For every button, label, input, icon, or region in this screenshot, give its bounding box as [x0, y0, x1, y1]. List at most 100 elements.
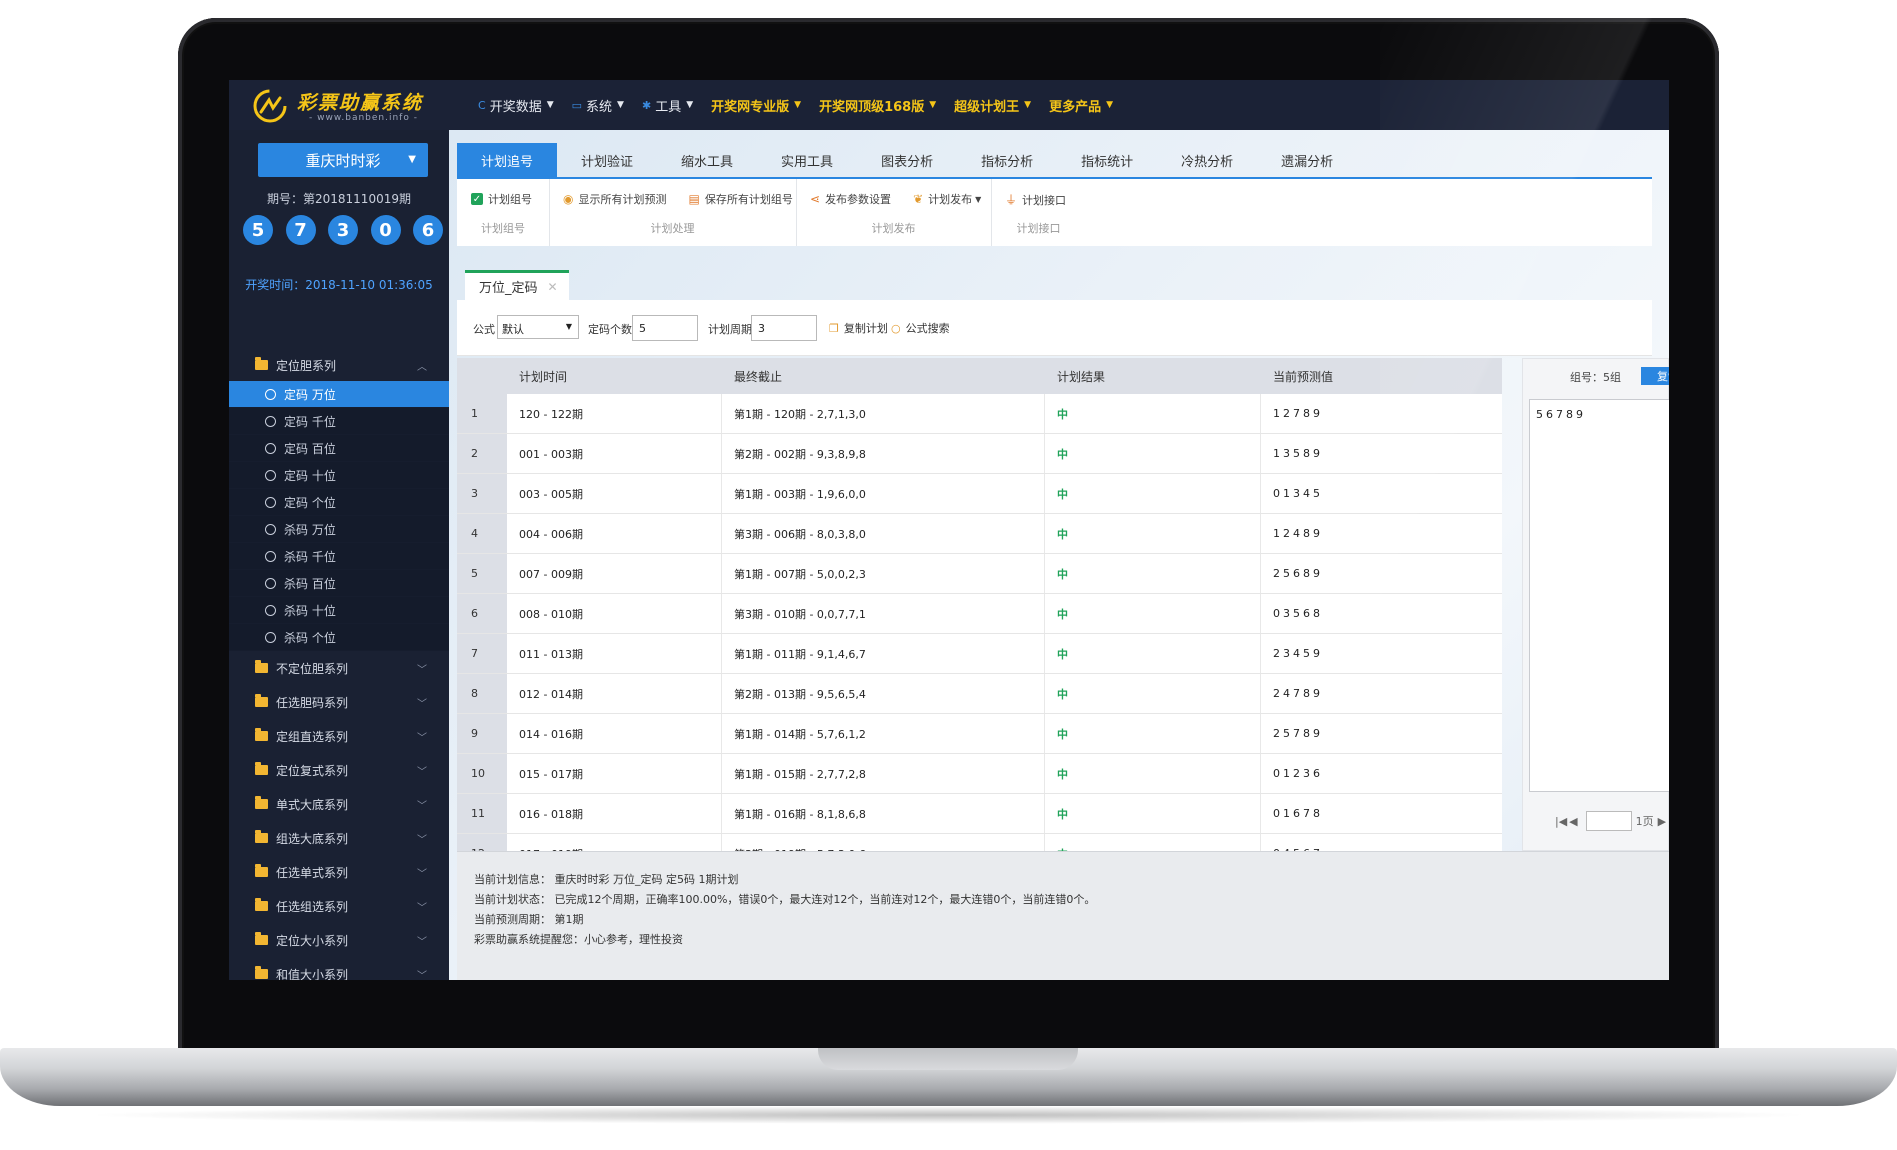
menu-more-products[interactable]: 更多产品 ▼ — [1040, 80, 1122, 130]
menu-tools[interactable]: ✱ 工具 ▼ — [633, 80, 702, 130]
ribbon-buttons: ⋖ 发布参数设置 ❦ 计划发布 ▼ — [810, 191, 1003, 207]
cell-plan-time: 001 - 003期 — [507, 434, 722, 473]
cell-cutoff: 第3期 - 006期 - 8,0,3,8,0 — [722, 514, 1045, 553]
clock-icon — [265, 523, 276, 535]
sub-item-dingma-shi[interactable]: 定码 十位 — [229, 462, 449, 489]
copy-numbers-button[interactable]: 复制 — [1641, 367, 1669, 385]
menu-super-plan-king[interactable]: 超级计划王 ▼ — [945, 80, 1040, 130]
table-row[interactable]: 8 012 - 014期 第2期 - 013期 - 9,5,6,5,4 中 24789 — [457, 674, 1502, 714]
sub-item-dingma-bai[interactable]: 定码 百位 — [229, 435, 449, 462]
copy-plan-button[interactable]: ❐ 复制计划 — [829, 320, 888, 336]
cell-cutoff: 第1期 - 007期 - 5,0,0,2,3 — [722, 554, 1045, 593]
cell-plan-time: 003 - 005期 — [507, 474, 722, 513]
table-row[interactable]: 10 015 - 017期 第1期 - 015期 - 2,7,7,2,8 中 01236 — [457, 754, 1502, 794]
sub-item-dingma-ge[interactable]: 定码 个位 — [229, 489, 449, 516]
chevron-down-icon: ﹀ — [417, 936, 427, 948]
group-item[interactable]: 定组直选系列 ﹀ — [229, 719, 449, 754]
table-row[interactable]: 6 008 - 010期 第3期 - 010期 - 0,0,7,7,1 中 03568 — [457, 594, 1502, 634]
cell-result: 中 — [1045, 834, 1261, 851]
tab-indicator-analysis[interactable]: 指标分析 — [957, 143, 1057, 177]
table-row[interactable]: 4 004 - 006期 第3期 - 006期 - 8,0,3,8,0 中 12489 — [457, 514, 1502, 554]
tab-shrink-tool[interactable]: 缩水工具 — [657, 143, 757, 177]
group-item[interactable]: 定位大小系列 ﹀ — [229, 923, 449, 958]
cell-index: 6 — [457, 594, 507, 633]
cycle-input[interactable]: 3 — [751, 315, 817, 341]
top-bar: 彩票助赢系统 - www.banben.info - C 开奖数据 ▼ ▭ 系统 ▼ ✱… — [229, 80, 1669, 131]
menu-system[interactable]: ▭ 系统 ▼ — [563, 80, 633, 130]
next-page-icon[interactable]: ▶ — [1658, 815, 1666, 828]
menu-pro-edition[interactable]: 开奖网专业版 ▼ — [702, 80, 810, 130]
sub-item-dingma-wan[interactable]: 定码 万位 — [229, 381, 449, 408]
group-item[interactable]: 单式大底系列 ﹀ — [229, 787, 449, 822]
plan-group-checkbox[interactable]: ✓ 计划组号 — [471, 191, 532, 207]
tab-chart-analysis[interactable]: 图表分析 — [857, 143, 957, 177]
group-item[interactable]: 和值大小系列 ﹀ — [229, 957, 449, 980]
group-count-label: 组号：5组 — [1570, 371, 1621, 384]
tab-plan-verify[interactable]: 计划验证 — [557, 143, 657, 177]
sub-item-shama-bai[interactable]: 杀码 百位 — [229, 570, 449, 597]
group-item[interactable]: 定位复式系列 ﹀ — [229, 753, 449, 788]
formula-search-button[interactable]: ○ 公式搜索 — [891, 320, 950, 336]
tab-hot-cold[interactable]: 冷热分析 — [1157, 143, 1257, 177]
count-input[interactable]: 5 — [632, 315, 698, 341]
group-label: 单式大底系列 — [276, 797, 349, 812]
sub-item-dingma-qian[interactable]: 定码 千位 — [229, 408, 449, 435]
group-item[interactable]: 任选组选系列 ﹀ — [229, 889, 449, 924]
app-screen: 彩票助赢系统 - www.banben.info - C 开奖数据 ▼ ▭ 系统 ▼ ✱… — [229, 80, 1669, 980]
table-row[interactable]: 7 011 - 013期 第1期 - 011期 - 9,1,4,6,7 中 23459 — [457, 634, 1502, 674]
plan-api-button[interactable]: ⏚ 计划接口 — [1005, 191, 1066, 208]
tab-missing-analysis[interactable]: 遗漏分析 — [1257, 143, 1357, 177]
cell-result: 中 — [1045, 674, 1261, 713]
caret-down-icon: ▼ — [1106, 100, 1113, 110]
save-all-groups-button[interactable]: ▤ 保存所有计划组号 — [688, 191, 792, 207]
tab-plan-chase[interactable]: 计划追号 — [457, 143, 558, 177]
group-dingweidan[interactable]: 定位胆系列 ︿ — [229, 348, 449, 383]
clock-icon — [265, 496, 276, 508]
cell-index: 9 — [457, 714, 507, 753]
menu-draw-data[interactable]: C 开奖数据 ▼ — [469, 80, 563, 130]
sub-item-shama-shi[interactable]: 杀码 十位 — [229, 597, 449, 624]
wrench-icon: ✱ — [641, 98, 652, 112]
tab-indicator-stats[interactable]: 指标统计 — [1057, 143, 1157, 177]
close-icon[interactable]: ✕ — [548, 280, 558, 294]
doc-tab-wanwei-dingma[interactable]: 万位_定码 ✕ — [465, 270, 569, 300]
menu-top-168-edition[interactable]: 开奖网顶级168版 ▼ — [810, 80, 945, 130]
sub-item-shama-wan[interactable]: 杀码 万位 — [229, 516, 449, 543]
table-row[interactable]: 12017 - 019期第3期 - 019期 - 5,7,3,0,6中04567 — [457, 834, 1502, 851]
cell-index: 4 — [457, 514, 507, 553]
app-logo[interactable]: 彩票助赢系统 - www.banben.info - — [251, 86, 451, 126]
sub-item-label: 定码 十位 — [284, 468, 336, 483]
sub-item-shama-qian[interactable]: 杀码 千位 — [229, 543, 449, 570]
tab-utility-tool[interactable]: 实用工具 — [757, 143, 857, 177]
group-item[interactable]: 组选大底系列 ﹀ — [229, 821, 449, 856]
group-item[interactable]: 不定位胆系列 ﹀ — [229, 651, 449, 686]
first-page-icon[interactable]: |◀ — [1555, 815, 1567, 828]
cell-cutoff: 第2期 - 013期 - 9,5,6,5,4 — [722, 674, 1045, 713]
group-item[interactable]: 任选单式系列 ﹀ — [229, 855, 449, 890]
draw-ball: 5 — [243, 215, 273, 245]
table-row[interactable]: 2 001 - 003期 第2期 - 002期 - 9,3,8,9,8 中 13589 — [457, 434, 1502, 474]
chevron-down-icon: ﹀ — [417, 732, 427, 744]
lottery-select-button[interactable]: 重庆时时彩 ▼ — [258, 143, 428, 177]
copy-icon: ❐ — [829, 321, 839, 335]
formula-select[interactable]: 默认 ▼ — [497, 315, 579, 339]
info-prediction-period: 当前预测周期： 第1期 — [474, 913, 584, 926]
show-all-predictions-button[interactable]: ◉ 显示所有计划预测 — [563, 191, 666, 207]
prev-page-icon[interactable]: ◀ — [1569, 815, 1577, 828]
group-item[interactable]: 任选胆码系列 ﹀ — [229, 685, 449, 720]
table-row[interactable]: 1 120 - 122期 第1期 - 120期 - 2,7,1,3,0 中 12789 — [457, 394, 1502, 434]
info-plan-status: 当前计划状态： 已完成12个周期，正确率100.00%，错误0个，最大连对12个… — [474, 893, 1096, 906]
count-label: 定码个数 — [588, 323, 632, 336]
table-row[interactable]: 11 016 - 018期 第1期 - 016期 - 8,1,8,6,8 中 01678 — [457, 794, 1502, 834]
caret-down-icon: ▼ — [1024, 100, 1032, 110]
publish-settings-button[interactable]: ⋖ 发布参数设置 — [810, 191, 891, 207]
cell-result: 中 — [1045, 634, 1261, 673]
page-input[interactable] — [1585, 811, 1632, 831]
table-row[interactable]: 9 014 - 016期 第1期 - 014期 - 5,7,6,1,2 中 25789 — [457, 714, 1502, 754]
group-numbers-textarea[interactable]: 56789 — [1529, 399, 1669, 792]
publish-plan-button[interactable]: ❦ 计划发布 ▼ — [913, 191, 981, 207]
sub-item-shama-ge[interactable]: 杀码 个位 — [229, 624, 449, 651]
col-header-index — [457, 358, 507, 394]
table-row[interactable]: 3 003 - 005期 第1期 - 003期 - 1,9,6,0,0 中 01345 — [457, 474, 1502, 514]
table-row[interactable]: 5 007 - 009期 第1期 - 007期 - 5,0,0,2,3 中 25689 — [457, 554, 1502, 594]
